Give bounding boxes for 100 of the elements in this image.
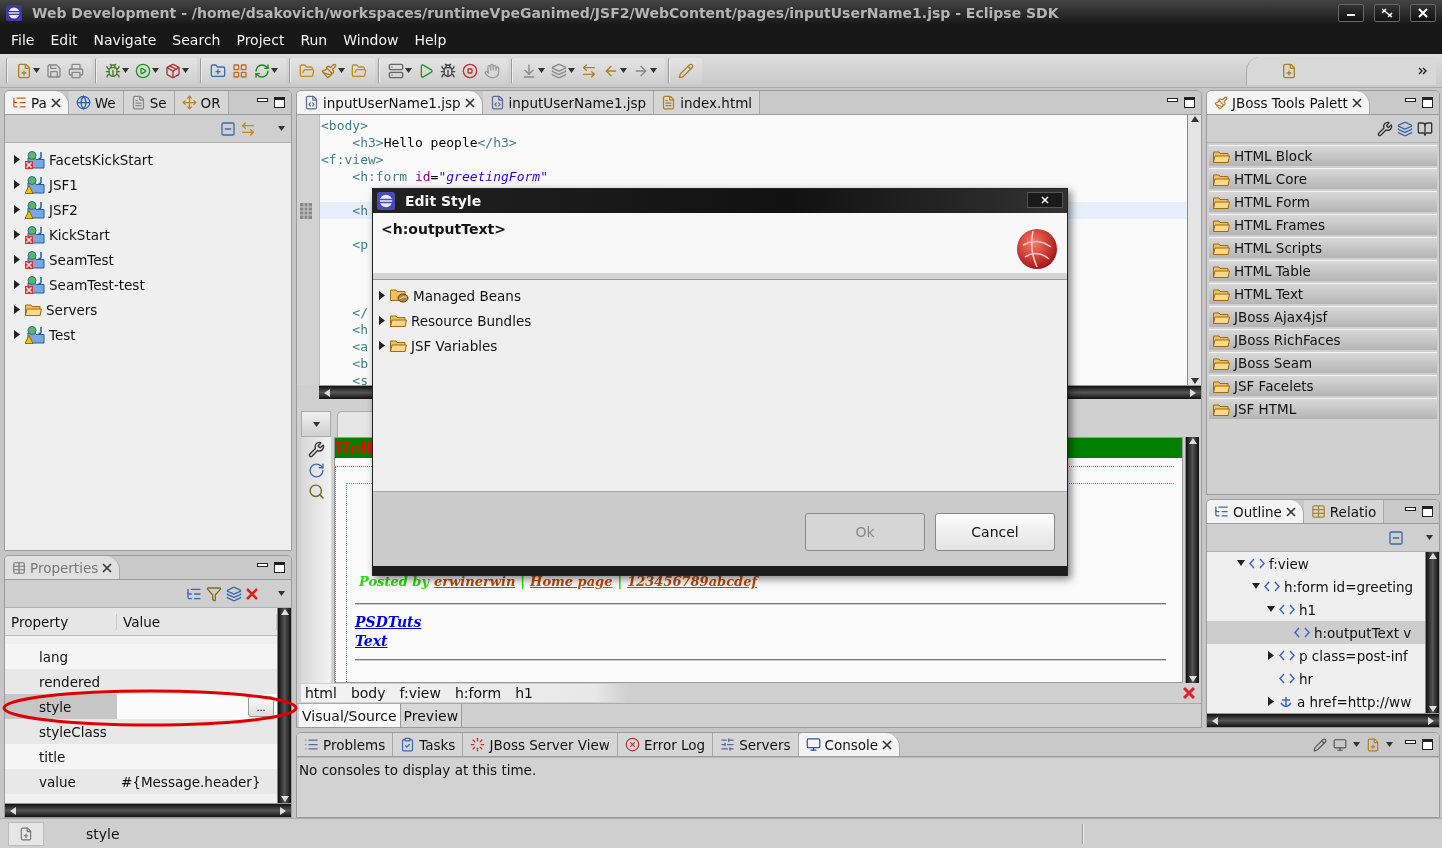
- explorer-item[interactable]: JSF2: [5, 197, 291, 222]
- caret-icon[interactable]: [271, 68, 278, 73]
- close-icon[interactable]: [102, 562, 113, 573]
- expand-arrow-icon[interactable]: [1267, 697, 1275, 706]
- palette-group[interactable]: JSF HTML: [1209, 398, 1437, 419]
- view-tab[interactable]: Se: [123, 91, 175, 114]
- mode-tab[interactable]: Visual/Source: [299, 704, 401, 727]
- horizontal-scrollbar[interactable]: [5, 803, 291, 817]
- filter-icon[interactable]: [206, 585, 222, 602]
- close-icon[interactable]: [882, 739, 893, 750]
- caret-icon[interactable]: [122, 68, 129, 73]
- book-icon[interactable]: [1417, 120, 1433, 137]
- view-tab[interactable]: inputUserName1.jsp: [482, 91, 655, 114]
- caret-icon[interactable]: [538, 68, 545, 73]
- collapse-all-icon[interactable]: [1388, 529, 1404, 546]
- outline-item[interactable]: p class=post-inf: [1207, 644, 1425, 667]
- close-icon[interactable]: [1351, 97, 1362, 108]
- page-link[interactable]: PSDTuts: [355, 613, 422, 632]
- breadcrumb-item[interactable]: h1: [515, 685, 533, 701]
- scroll-arrow-icon[interactable]: [1211, 716, 1219, 725]
- scroll-arrow-icon[interactable]: [1190, 115, 1199, 123]
- mode-tab[interactable]: Preview: [400, 704, 463, 727]
- caret-icon[interactable]: [1386, 742, 1393, 747]
- outline-item[interactable]: f:view: [1207, 552, 1425, 575]
- palette-group[interactable]: HTML Text: [1209, 283, 1437, 304]
- expand-arrow-icon[interactable]: [1252, 582, 1260, 591]
- explorer-item[interactable]: Test: [5, 322, 291, 347]
- view-tab[interactable]: JBoss Tools Palett: [1207, 91, 1370, 114]
- explorer-item[interactable]: FacetsKickStart: [5, 147, 291, 172]
- maximize-icon[interactable]: [1422, 739, 1433, 750]
- dropdown-button[interactable]: [301, 411, 331, 437]
- horizontal-scrollbar[interactable]: [1207, 713, 1439, 727]
- vertical-scrollbar[interactable]: [277, 608, 291, 803]
- caret-icon[interactable]: [182, 68, 189, 73]
- caret-icon[interactable]: [1353, 742, 1360, 747]
- expand-arrow-icon[interactable]: [1267, 605, 1275, 614]
- maximize-icon[interactable]: [274, 562, 285, 573]
- close-button[interactable]: [1410, 4, 1436, 22]
- breadcrumb-item[interactable]: h:form: [454, 685, 502, 701]
- scroll-arrow-icon[interactable]: [323, 388, 331, 397]
- scroll-arrow-icon[interactable]: [1188, 437, 1197, 445]
- maximize-icon[interactable]: [1422, 97, 1433, 108]
- explorer-item[interactable]: KickStart: [5, 222, 291, 247]
- palette-group[interactable]: JBoss Seam: [1209, 352, 1437, 373]
- more-chevron-icon[interactable]: [1418, 66, 1428, 75]
- palette-group[interactable]: JBoss RichFaces: [1209, 329, 1437, 350]
- scroll-arrow-icon[interactable]: [9, 806, 17, 815]
- view-tab[interactable]: We: [68, 91, 124, 114]
- expand-arrow-icon[interactable]: [1237, 559, 1245, 568]
- explorer-item[interactable]: SeamTest-test: [5, 272, 291, 297]
- file-icon[interactable]: [19, 826, 33, 841]
- cancel-button[interactable]: Cancel: [935, 513, 1055, 551]
- close-icon[interactable]: [50, 97, 61, 108]
- outline-item[interactable]: h:form id=greeting: [1207, 575, 1425, 598]
- menu-item[interactable]: Run: [294, 30, 334, 50]
- menu-item[interactable]: Help: [408, 30, 453, 50]
- palette-group[interactable]: HTML Block: [1209, 145, 1437, 166]
- monitor-icon[interactable]: [1333, 737, 1347, 752]
- page-link[interactable]: Text: [355, 632, 388, 651]
- minimize-button[interactable]: [1338, 4, 1364, 22]
- tree-item[interactable]: Resource Bundles: [373, 308, 1067, 333]
- palette-group[interactable]: HTML Scripts: [1209, 237, 1437, 258]
- maximize-icon[interactable]: [274, 97, 285, 108]
- tree-item[interactable]: JSF Variables: [373, 333, 1067, 358]
- maximize-icon[interactable]: [1422, 506, 1433, 517]
- expand-arrow-icon[interactable]: [1267, 651, 1275, 660]
- collapse-all-icon[interactable]: [220, 120, 236, 137]
- palette-group[interactable]: JBoss Ajax4jsf: [1209, 306, 1437, 327]
- layers-icon[interactable]: [1397, 120, 1413, 137]
- caret-icon[interactable]: [568, 68, 575, 73]
- pencil-icon[interactable]: [1313, 737, 1327, 752]
- expand-arrow-icon[interactable]: [13, 305, 21, 314]
- palette-group[interactable]: JSF Facelets: [1209, 375, 1437, 396]
- menu-item[interactable]: Navigate: [87, 30, 163, 50]
- expand-arrow-icon[interactable]: [378, 291, 386, 300]
- search-icon[interactable]: [307, 483, 325, 500]
- view-tab[interactable]: Pa: [5, 91, 69, 114]
- breadcrumb-item[interactable]: html: [305, 685, 337, 701]
- scroll-arrow-icon[interactable]: [280, 608, 289, 616]
- expand-arrow-icon[interactable]: [13, 330, 21, 339]
- view-tab[interactable]: Servers: [713, 733, 799, 756]
- view-tab[interactable]: Problems: [297, 733, 394, 756]
- refresh-icon[interactable]: [307, 462, 325, 479]
- scroll-arrow-icon[interactable]: [1188, 675, 1197, 683]
- maximize-button[interactable]: [1374, 4, 1400, 22]
- view-tab[interactable]: JBoss Server View: [463, 733, 618, 756]
- explorer-item[interactable]: SeamTest: [5, 247, 291, 272]
- expand-arrow-icon[interactable]: [13, 255, 21, 264]
- breadcrumb-item[interactable]: body: [350, 685, 386, 701]
- wrench-icon[interactable]: [1377, 120, 1393, 137]
- outline-item[interactable]: hr: [1207, 667, 1425, 690]
- menu-item[interactable]: Search: [166, 30, 227, 50]
- byline-link[interactable]: 123456789abcdef: [627, 574, 757, 589]
- expand-arrow-icon[interactable]: [13, 205, 21, 214]
- expand-arrow-icon[interactable]: [13, 155, 21, 164]
- layers-icon[interactable]: [226, 585, 242, 602]
- outline-item[interactable]: h:outputText v: [1207, 621, 1425, 644]
- view-tab[interactable]: Outline: [1207, 500, 1304, 523]
- expand-arrow-icon[interactable]: [378, 341, 386, 350]
- palette-group[interactable]: HTML Core: [1209, 168, 1437, 189]
